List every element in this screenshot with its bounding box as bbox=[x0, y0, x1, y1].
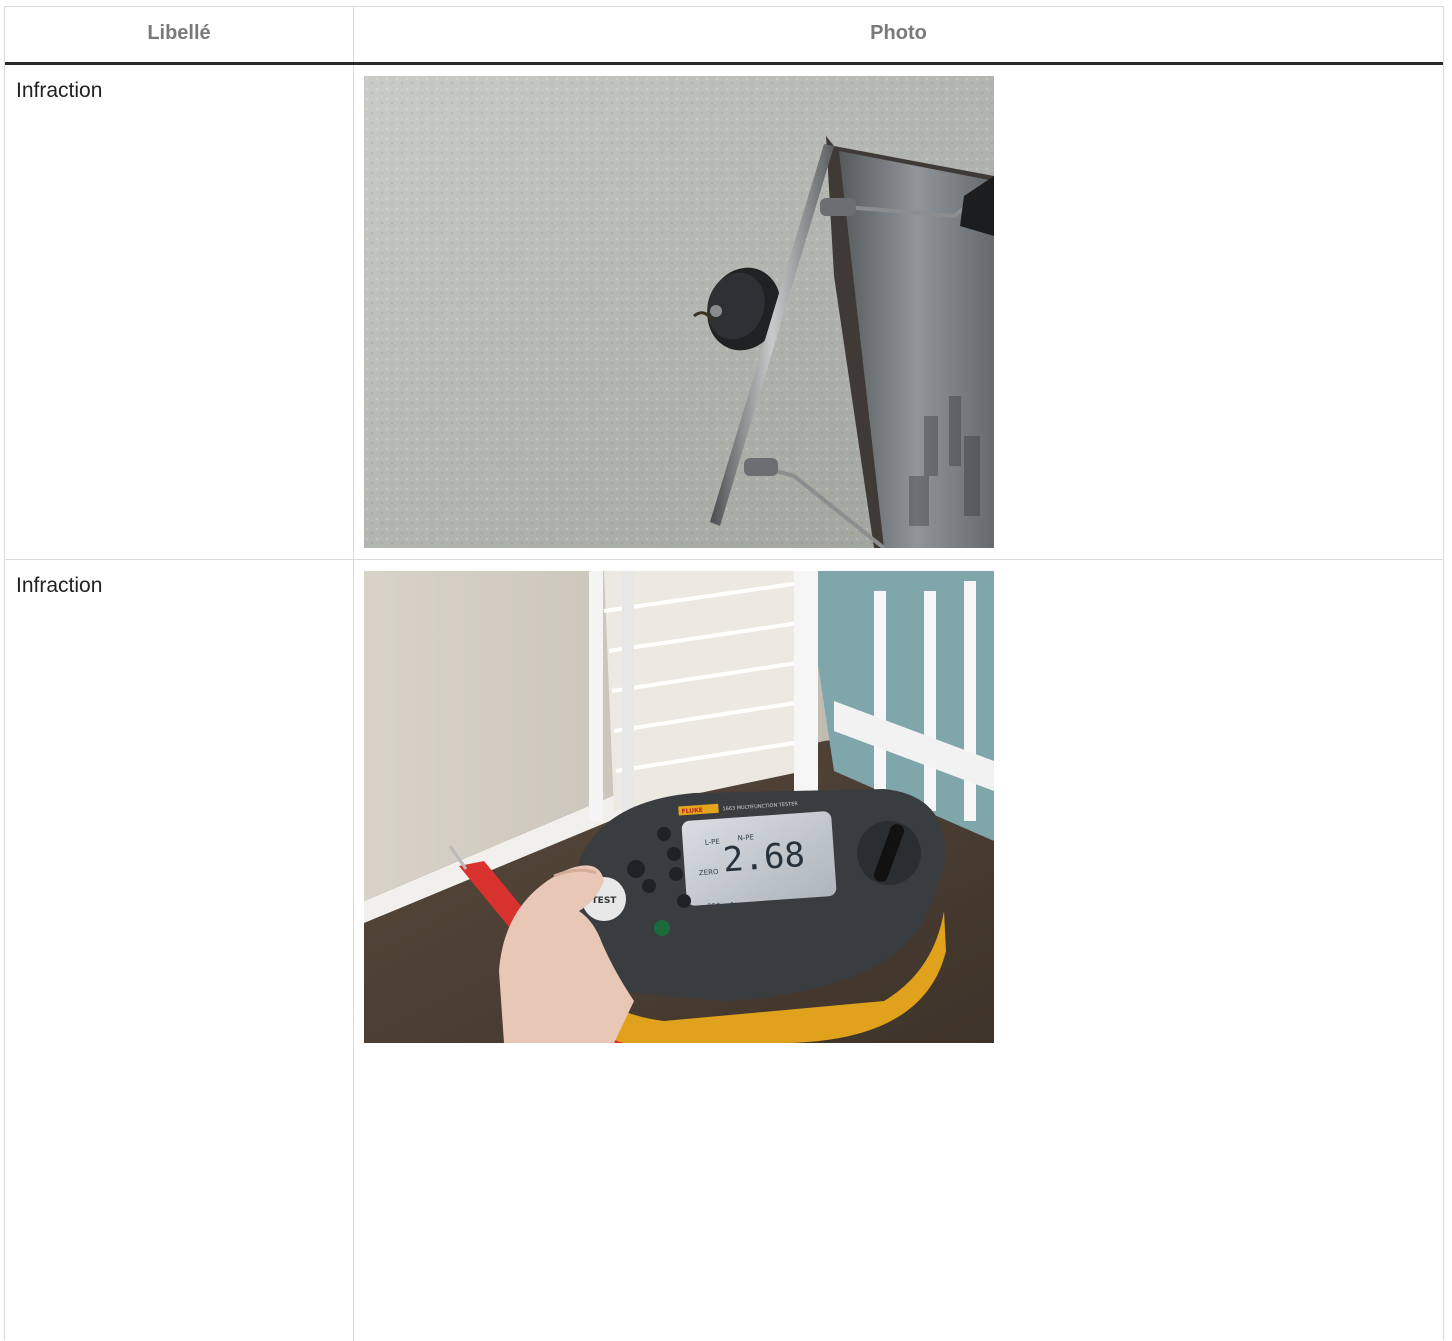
tester-reading: 2.68 bbox=[722, 835, 806, 881]
header-label[interactable]: Libellé bbox=[5, 7, 353, 62]
lcd-label-npe: N-PE bbox=[737, 833, 754, 842]
tester-image: 2.68 L-PE N-PE ZERO 250 mA FLUKE 1663 MU… bbox=[364, 571, 994, 1043]
table-row: Infraction bbox=[5, 65, 1443, 560]
table-header: Libellé Photo bbox=[5, 7, 1443, 65]
photo-multifunction-tester[interactable]: 2.68 L-PE N-PE ZERO 250 mA FLUKE 1663 MU… bbox=[364, 571, 994, 1043]
lcd-label-zero: ZERO bbox=[699, 868, 720, 877]
header-photo[interactable]: Photo bbox=[354, 7, 1443, 62]
tester-test-button-label: TEST bbox=[592, 896, 618, 906]
row-label: Infraction bbox=[16, 574, 103, 597]
table-row: Infraction bbox=[5, 560, 1443, 1341]
tester-brand: FLUKE bbox=[681, 807, 703, 815]
photo-wall-lamp[interactable] bbox=[364, 76, 994, 548]
row-label: Infraction bbox=[16, 79, 103, 102]
wall-lamp-image bbox=[364, 76, 994, 548]
lcd-label-lpe: L-PE bbox=[705, 838, 720, 847]
infractions-table: Libellé Photo Infraction Infraction 2.68… bbox=[4, 6, 1444, 1341]
